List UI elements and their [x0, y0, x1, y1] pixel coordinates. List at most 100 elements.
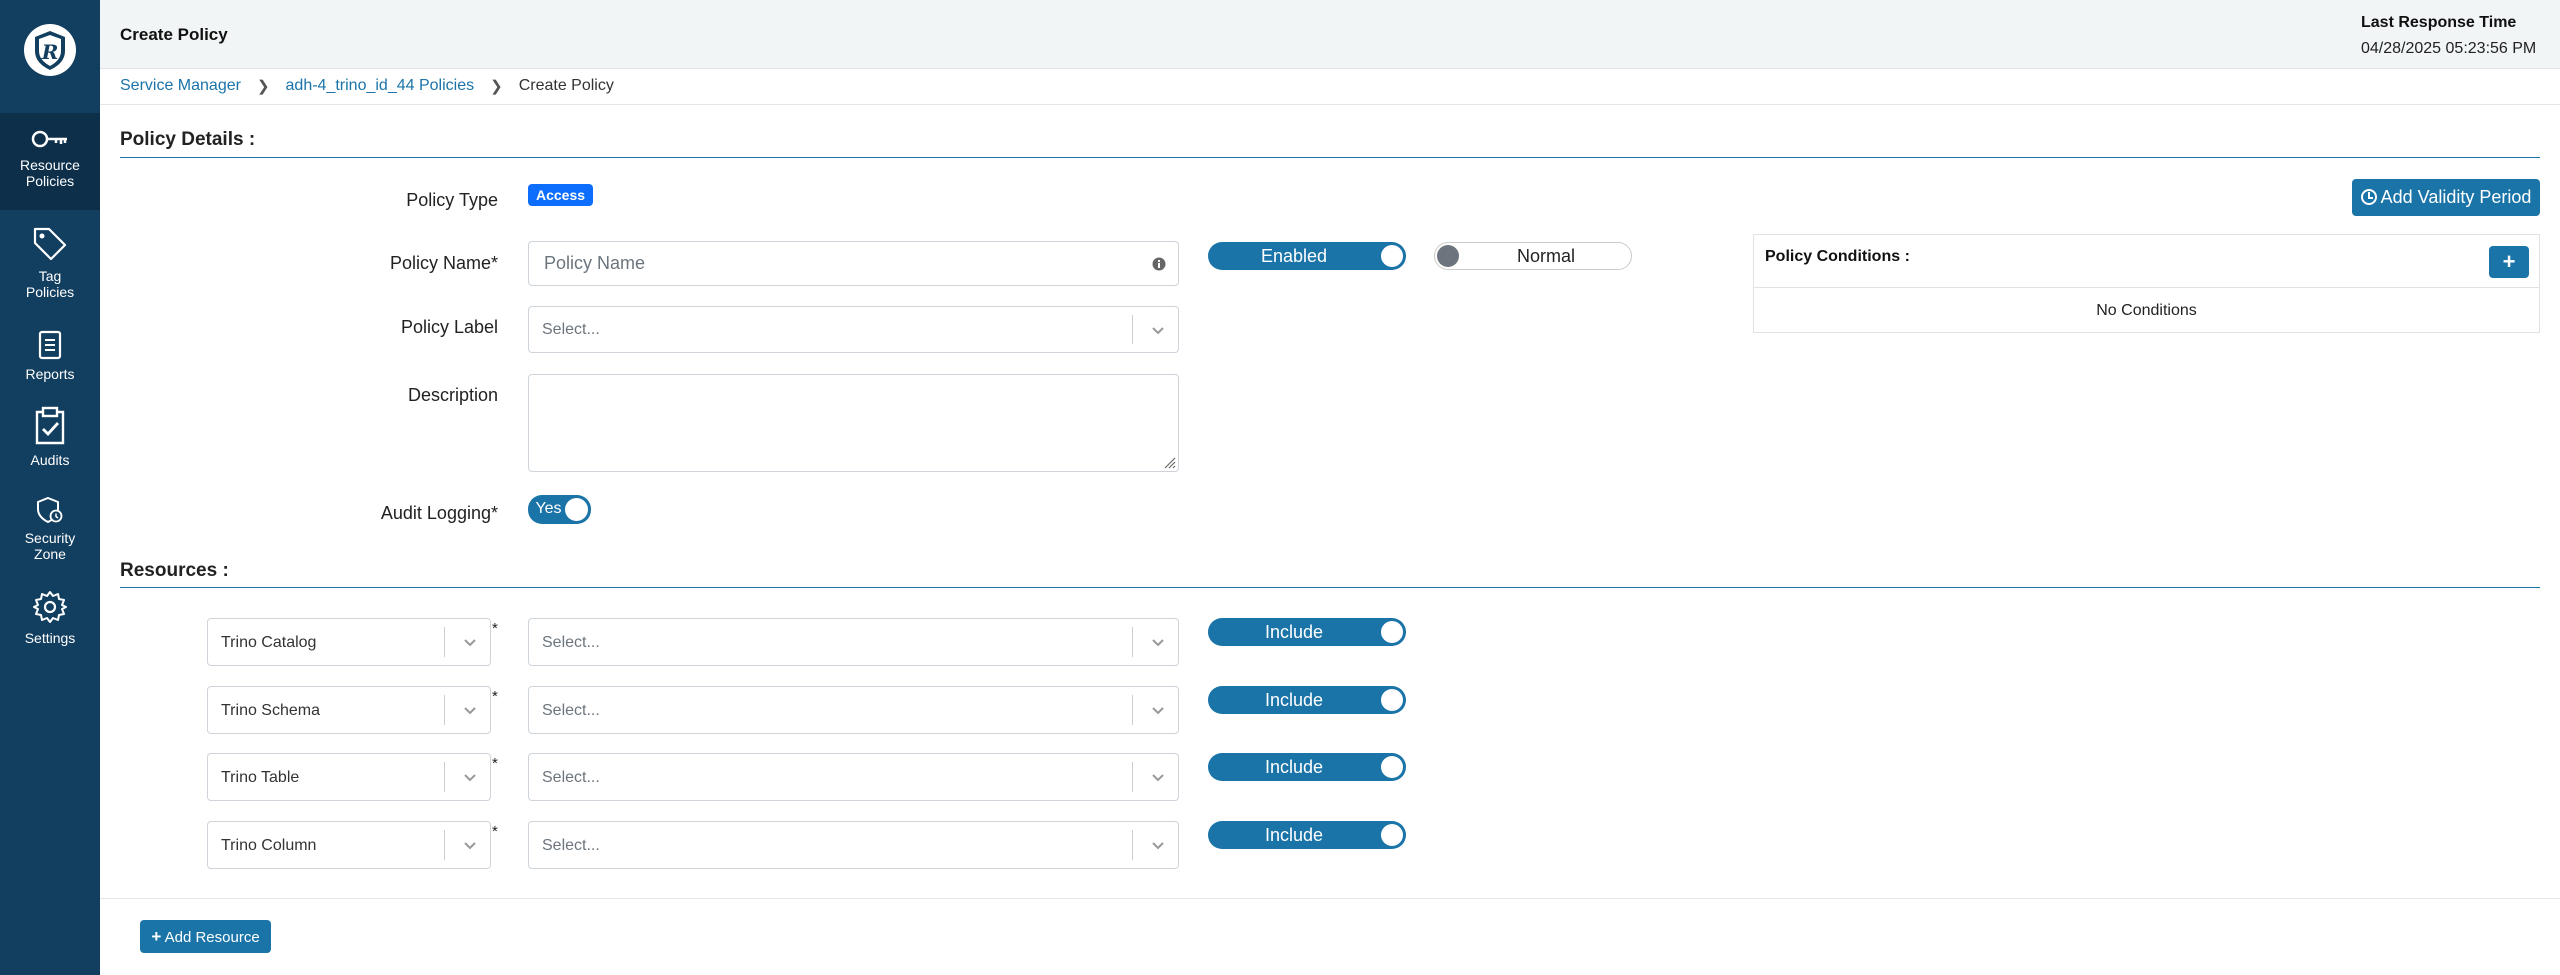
- enabled-toggle[interactable]: Enabled: [1208, 242, 1406, 270]
- include-toggle-label: Include: [1264, 757, 1324, 777]
- header-bar: [100, 0, 2560, 69]
- resource-value-select[interactable]: Select...: [528, 753, 1179, 801]
- toggle-knob: [1381, 756, 1403, 778]
- sidebar-item-audits[interactable]: Audits: [0, 406, 100, 468]
- breadcrumb-current: Create Policy: [518, 77, 614, 94]
- add-condition-button[interactable]: +: [2489, 246, 2529, 278]
- required-marker: *: [492, 688, 498, 705]
- policy-name-label: Policy Name*: [389, 253, 498, 273]
- key-icon: [31, 130, 67, 148]
- shield-zone-icon: [37, 496, 63, 524]
- clipboard-check-icon: [35, 406, 65, 445]
- sidebar-item-tag-policies[interactable]: Tag Policies: [0, 226, 100, 300]
- breadcrumb-service-manager[interactable]: Service Manager: [120, 77, 241, 95]
- divider: [444, 830, 445, 860]
- include-toggle[interactable]: Include: [1208, 753, 1406, 781]
- info-icon[interactable]: [1152, 257, 1166, 271]
- divider: [444, 695, 445, 725]
- toggle-knob: [1381, 824, 1403, 846]
- policy-conditions-title: Policy Conditions :: [1765, 248, 1910, 265]
- include-toggle-label: Include: [1264, 690, 1324, 710]
- divider: [100, 898, 2560, 899]
- resource-type-value: Trino Schema: [221, 702, 320, 719]
- divider: [1132, 762, 1133, 792]
- resource-type-select[interactable]: Trino Schema: [207, 686, 491, 734]
- toggle-knob: [1381, 689, 1403, 711]
- page-title: Create Policy: [120, 25, 228, 44]
- chevron-down-icon[interactable]: [1150, 702, 1166, 718]
- chevron-down-icon[interactable]: [462, 634, 478, 650]
- resource-type-select[interactable]: Trino Column: [207, 821, 491, 869]
- breadcrumb-policies[interactable]: adh-4_trino_id_44 Policies: [286, 77, 475, 95]
- breadcrumb: Service Manager ❯ adh-4_trino_id_44 Poli…: [120, 77, 614, 95]
- policy-details-title: Policy Details :: [120, 129, 256, 150]
- resource-value-select[interactable]: Select...: [528, 821, 1179, 869]
- divider: [1132, 695, 1133, 725]
- divider: [1132, 627, 1133, 657]
- resource-value-select[interactable]: Select...: [528, 618, 1179, 666]
- include-toggle[interactable]: Include: [1208, 618, 1406, 646]
- resize-handle-icon[interactable]: [1162, 455, 1176, 469]
- divider: [444, 627, 445, 657]
- sidebar-item-label: Policies: [25, 284, 75, 300]
- sidebar-item-label: Resource: [20, 157, 80, 173]
- toggle-knob: [1381, 621, 1403, 643]
- resource-value-placeholder: Select...: [542, 837, 600, 854]
- policy-name-input[interactable]: Policy Name: [528, 241, 1179, 286]
- toggle-knob: [1381, 245, 1403, 267]
- divider: [120, 157, 2540, 158]
- sidebar-item-settings[interactable]: Settings: [0, 590, 100, 646]
- resource-value-placeholder: Select...: [542, 769, 600, 786]
- chevron-down-icon[interactable]: [1150, 634, 1166, 650]
- divider: [1132, 315, 1133, 344]
- normal-toggle[interactable]: Normal: [1434, 242, 1632, 270]
- chevron-down-icon[interactable]: [462, 769, 478, 785]
- chevron-down-icon[interactable]: [1150, 322, 1166, 338]
- include-toggle[interactable]: Include: [1208, 821, 1406, 849]
- chevron-down-icon[interactable]: [462, 837, 478, 853]
- sidebar-item-label: Policies: [25, 173, 75, 189]
- toggle-knob: [1437, 245, 1459, 267]
- audit-logging-value: Yes: [535, 500, 562, 517]
- report-icon: [38, 330, 62, 360]
- resource-value-select[interactable]: Select...: [528, 686, 1179, 734]
- gear-icon: [33, 591, 67, 623]
- sidebar-item-reports[interactable]: Reports: [0, 330, 100, 382]
- resource-type-value: Trino Column: [221, 837, 317, 854]
- sidebar-item-label: Tag: [38, 268, 62, 284]
- policy-label-label: Policy Label: [400, 317, 498, 337]
- description-textarea[interactable]: [528, 374, 1179, 472]
- add-resource-button[interactable]: + Add Resource: [140, 920, 271, 953]
- chevron-right-icon: ❯: [256, 78, 270, 95]
- divider: [1132, 830, 1133, 860]
- audit-logging-label: Audit Logging*: [380, 503, 498, 523]
- resource-type-select[interactable]: Trino Catalog: [207, 618, 491, 666]
- add-validity-period-button[interactable]: Add Validity Period: [2352, 179, 2540, 216]
- required-marker: *: [492, 755, 498, 772]
- sidebar-item-label: Zone: [34, 546, 66, 562]
- sidebar-item-label: Reports: [25, 366, 75, 382]
- divider: [120, 587, 2540, 588]
- sidebar-item-security-zone[interactable]: Security Zone: [0, 496, 100, 562]
- last-response-label: Last Response Time: [2361, 14, 2517, 31]
- required-marker: *: [492, 620, 498, 637]
- sidebar-item-resource-policies[interactable]: Resource Policies: [0, 113, 100, 210]
- audit-logging-toggle[interactable]: Yes: [528, 495, 591, 524]
- chevron-down-icon[interactable]: [1150, 769, 1166, 785]
- include-toggle[interactable]: Include: [1208, 686, 1406, 714]
- enabled-toggle-label: Enabled: [1260, 246, 1328, 266]
- chevron-right-icon: ❯: [490, 78, 503, 95]
- resource-type-select[interactable]: Trino Table: [207, 753, 491, 801]
- policy-label-select[interactable]: Select...: [528, 306, 1179, 353]
- divider: [444, 762, 445, 792]
- divider: [100, 104, 2560, 105]
- no-conditions-text: No Conditions: [2096, 302, 2197, 319]
- chevron-down-icon[interactable]: [462, 702, 478, 718]
- ranger-logo-icon[interactable]: R: [23, 23, 77, 77]
- chevron-down-icon[interactable]: [1150, 837, 1166, 853]
- include-toggle-label: Include: [1264, 825, 1324, 845]
- resource-type-value: Trino Table: [221, 769, 300, 786]
- description-label: Description: [407, 385, 498, 405]
- add-resource-label: Add Resource: [164, 929, 260, 946]
- policy-type-label: Policy Type: [406, 190, 498, 210]
